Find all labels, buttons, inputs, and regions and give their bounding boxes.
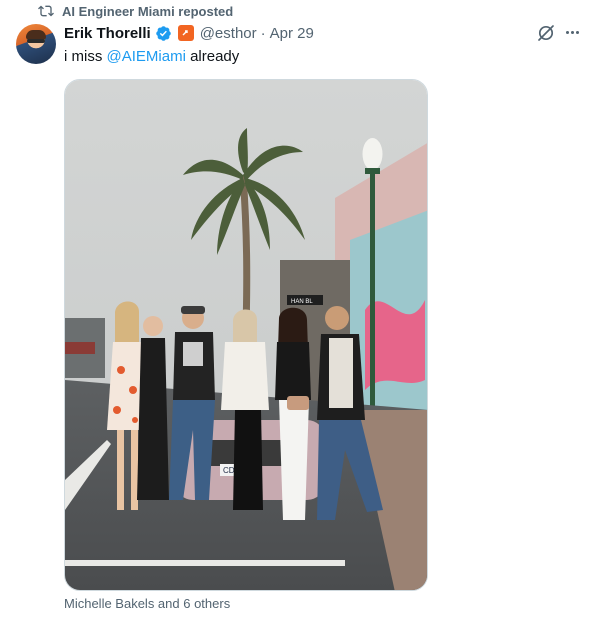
affiliate-badge-icon[interactable] [177, 25, 194, 41]
tagged-users-text: Michelle Bakels and 6 others [64, 595, 231, 611]
verified-badge-icon[interactable] [155, 25, 172, 42]
store-sign: HAN BL [291, 299, 313, 305]
grok-icon[interactable] [536, 23, 556, 43]
more-options-icon[interactable] [562, 22, 582, 42]
tweet-photo[interactable]: HAN BL CDE RBT [64, 79, 428, 591]
tweet-text: i miss @AIEMiami already [64, 47, 239, 67]
tagged-users-link[interactable]: Michelle Bakels and 6 others [64, 594, 230, 612]
header-separator: · [260, 24, 266, 42]
author-name[interactable]: Erik Thorelli [64, 25, 151, 42]
tweet-text-before: i miss [64, 48, 107, 65]
repost-indicator[interactable]: AI Engineer Miami reposted [38, 2, 233, 20]
tweet-header: Erik Thorelli @esthor · Apr 29 [64, 22, 314, 44]
group-photo-image: HAN BL CDE RBT [65, 80, 427, 590]
author-avatar[interactable] [16, 24, 56, 64]
repost-label: AI Engineer Miami reposted [62, 3, 234, 19]
author-handle[interactable]: @esthor [200, 25, 257, 42]
mention-link[interactable]: @AIEMiami [107, 48, 186, 65]
tweet-text-after: already [185, 48, 240, 65]
repost-icon [38, 5, 54, 17]
tweet-timestamp[interactable]: Apr 29 [270, 25, 314, 42]
